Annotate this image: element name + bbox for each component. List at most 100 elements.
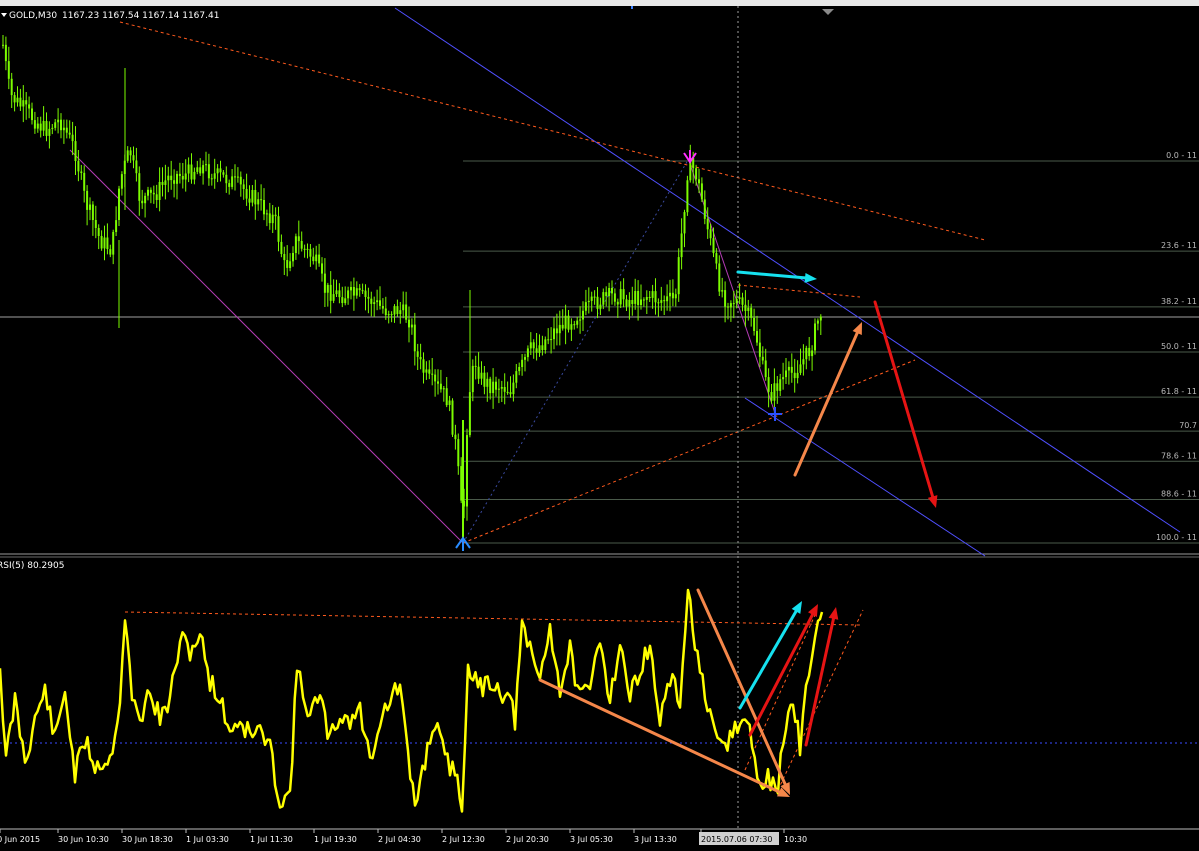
time-axis-label: 10:30 [784,835,807,844]
candle-body [399,310,402,314]
candle-body [176,173,178,184]
candle-body [758,342,761,357]
candle-body [457,439,460,467]
candle-body [535,348,538,353]
candle-body [97,228,100,236]
candle-body [744,304,747,311]
candle-body [141,200,144,204]
rsi-label: RSI(5) 80.2905 [0,561,64,571]
candle-body [677,257,680,295]
candle-body [115,220,118,232]
candle-body [315,254,318,262]
candle-body [242,184,245,189]
time-axis-label: 2 Jul 20:30 [506,835,549,844]
candle-body [390,314,393,316]
candle-body [509,392,512,395]
candle-body [120,174,123,189]
candle-body [425,369,428,373]
candle-body [756,331,758,343]
candle-body [251,190,254,203]
candle-body [445,388,448,406]
candle-body [819,316,822,321]
candle-body [442,388,445,390]
candle-body [7,61,10,79]
candle-body [274,214,277,217]
candle-body [341,297,344,303]
candle-body [222,172,225,175]
candle-body [33,120,36,129]
candle-body [80,171,83,173]
candle-body [309,249,312,257]
candle-body [147,189,149,196]
rsi-orange-arrow [538,678,781,794]
candle-body [57,119,60,123]
candle-body [640,299,642,305]
time-axis-label: 2 Jul 12:30 [442,835,485,844]
candle-body [779,379,782,391]
candle-body [178,173,181,176]
candle-body [231,176,234,187]
candle-body [109,249,112,255]
candle-body [248,198,251,203]
fib-level-label: 70.7 [1179,421,1197,430]
candle-body [405,304,408,320]
candle-body [422,359,425,373]
candle-body [367,296,370,299]
candle-body [787,366,790,371]
candle-body [558,324,561,334]
candle-body [727,306,729,308]
candle-body [738,297,741,299]
candle-body [358,288,361,291]
candle-body [770,392,773,401]
candle-body [283,254,286,261]
candle-body [393,306,396,315]
candle-body [596,296,599,309]
main-pane[interactable] [0,6,1199,554]
candle-body [129,150,132,156]
fib-level-label: 23.6 - 11 [1161,241,1197,250]
candle-body [216,168,219,174]
candle-body [416,351,419,357]
time-axis: 30 Jun 2015 30 Jun 10:30 30 Jun 18:30 1 Jul… [0,829,807,845]
candle-body [106,237,109,249]
candle-body [196,167,199,172]
rsi-indicator [0,588,824,813]
candle-body [553,328,555,340]
chart-canvas[interactable]: 0.0 - 11 23.6 - 11 38.2 - 11 50.0 - 11 61.8 … [0,0,1199,851]
candle-body [567,315,570,330]
candle-body [16,97,19,103]
candle-body [648,297,651,298]
time-axis-label: 3 Jul 05:30 [570,835,613,844]
candle-body [454,434,457,440]
candle-body [289,261,292,268]
candle-body [329,284,332,301]
candle-body [144,195,147,204]
candle-body [202,165,205,174]
candle-body [60,119,62,131]
candle-body [561,324,564,329]
candle-body [816,320,819,324]
candle-body [225,174,228,184]
candle-body [500,387,503,389]
candle-body [767,377,770,392]
candle-body [193,171,196,180]
candle-body [808,347,811,357]
candle-body [54,122,57,128]
candle-body [712,238,715,254]
candle-body [683,212,686,234]
candle-body [312,256,315,262]
candle-body [167,175,170,181]
candle-body [205,164,207,166]
ohlc-values: 1167.23 1167.54 1167.14 1167.41 [62,11,219,21]
candle-body [94,220,97,228]
candle-body [706,218,709,230]
time-axis-label: 30 Jun 10:30 [58,835,109,844]
candle-body [671,292,674,299]
candle-body [700,183,703,200]
candle-body [321,263,323,274]
fib-level-label: 50.0 - 11 [1161,342,1197,351]
candle-body [541,345,544,350]
candle-body [132,155,135,161]
candle-body [335,290,338,295]
rsi-red-arrow-head [828,607,839,620]
